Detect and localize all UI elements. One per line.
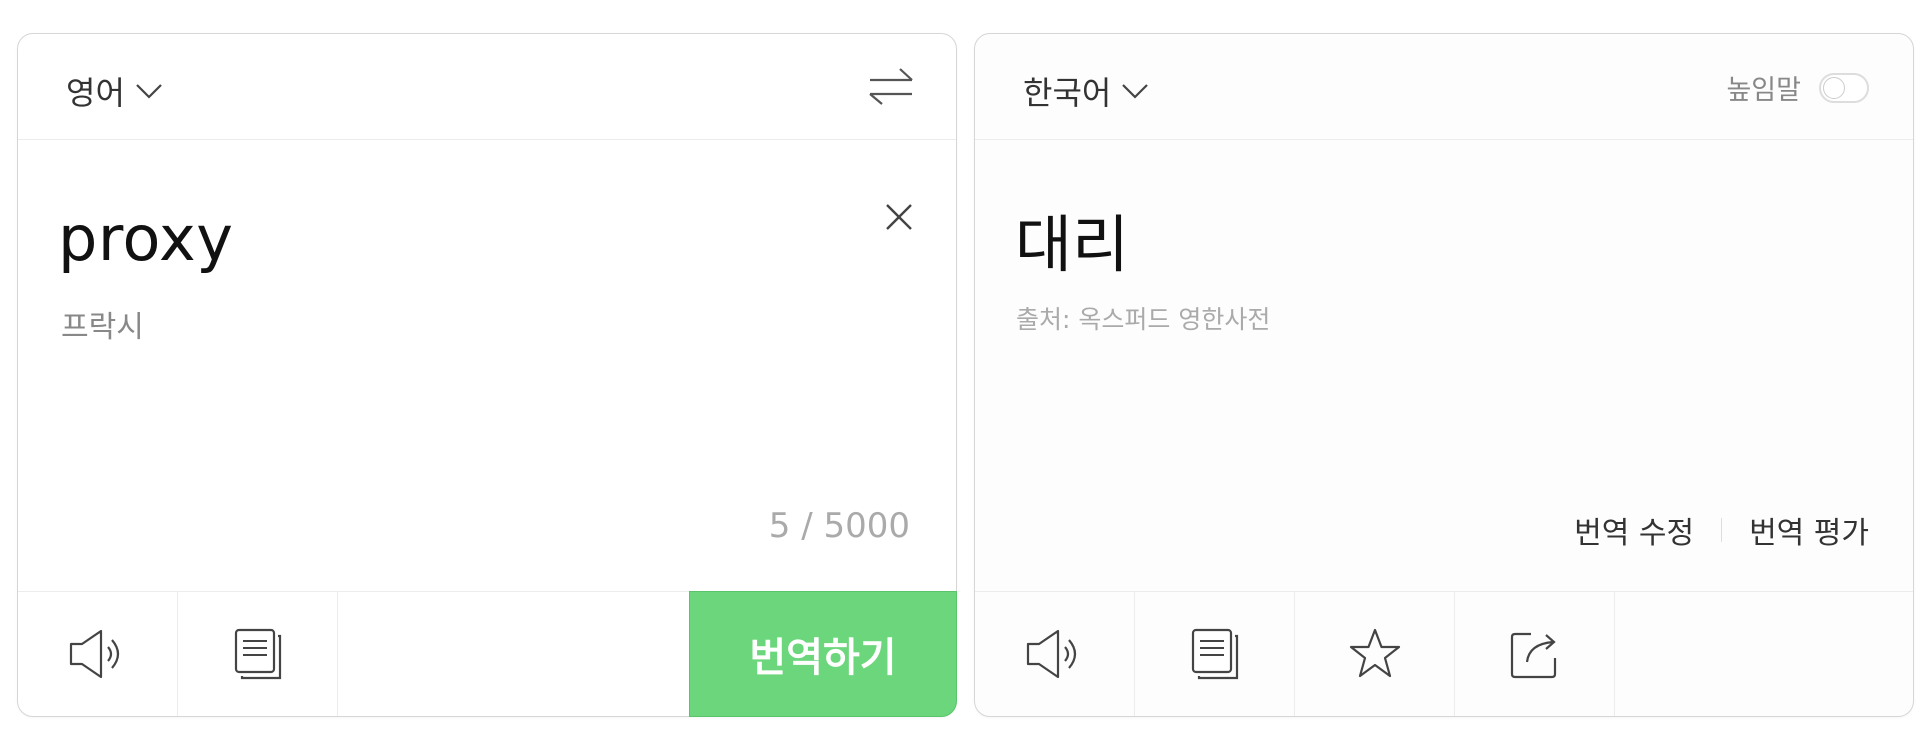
- honorific-toggle[interactable]: [1819, 72, 1869, 103]
- source-language-label: 영어: [66, 74, 125, 112]
- target-panel-header: 한국어 높임말: [975, 34, 1913, 140]
- speaker-icon: [1026, 629, 1076, 679]
- target-language-select[interactable]: 한국어: [1023, 68, 1149, 114]
- copy-icon: [234, 628, 281, 680]
- source-panel-toolbar: 번역하기: [18, 591, 957, 717]
- listen-source-button[interactable]: [18, 592, 178, 716]
- star-icon: [1349, 628, 1400, 678]
- source-panel-header: 영어: [18, 34, 956, 140]
- translation-feedback: 번역 수정 번역 평가: [1574, 508, 1869, 552]
- target-panel: 한국어 높임말 대리 출처: 옥스퍼드 영한사전 번역 수정 번역 평가: [974, 33, 1914, 717]
- toggle-knob: [1823, 76, 1845, 99]
- favorite-button[interactable]: [1295, 592, 1455, 716]
- speaker-icon: [69, 629, 119, 679]
- pronunciation-text: 프락시: [61, 310, 144, 345]
- source-panel: 영어 proxy 프락시 5 / 5000 번역하기: [17, 33, 957, 717]
- rate-translation-link[interactable]: 번역 평가: [1749, 508, 1869, 552]
- dictionary-source-credit: 출처: 옥스퍼드 영한사전: [1016, 305, 1271, 334]
- copy-source-button[interactable]: [178, 592, 338, 716]
- share-button[interactable]: [1455, 592, 1615, 716]
- copy-icon: [1191, 628, 1238, 680]
- edit-translation-link[interactable]: 번역 수정: [1574, 508, 1694, 552]
- honorific-label: 높임말: [1726, 75, 1801, 106]
- copy-target-button[interactable]: [1135, 592, 1295, 716]
- honorific-setting: 높임말: [1726, 68, 1869, 107]
- chevron-down-icon: [136, 84, 162, 99]
- source-text-input[interactable]: proxy: [58, 202, 233, 275]
- chevron-down-icon: [1122, 84, 1149, 99]
- listen-target-button[interactable]: [975, 592, 1135, 716]
- swap-languages-icon[interactable]: [868, 66, 914, 106]
- close-icon[interactable]: [884, 202, 914, 232]
- target-language-label: 한국어: [1023, 74, 1112, 112]
- character-count: 5 / 5000: [768, 506, 910, 546]
- share-icon: [1510, 632, 1556, 679]
- translated-text: 대리: [1015, 208, 1130, 281]
- divider: [1721, 518, 1723, 542]
- translate-button[interactable]: 번역하기: [689, 591, 957, 717]
- target-panel-toolbar: [975, 591, 1913, 716]
- source-language-select[interactable]: 영어: [66, 68, 163, 114]
